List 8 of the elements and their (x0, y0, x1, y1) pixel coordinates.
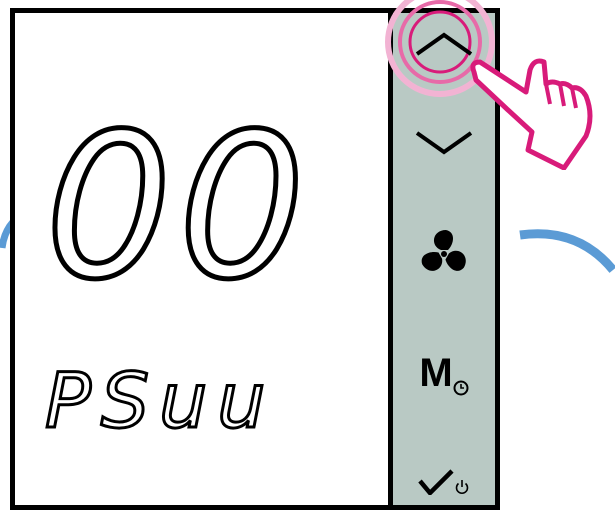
main-reading: 00 (45, 108, 312, 308)
chevron-down-icon (414, 130, 474, 156)
sub-reading: PSuu (45, 363, 276, 439)
clock-icon (452, 380, 469, 396)
mode-button[interactable]: M (415, 347, 473, 400)
power-icon (454, 479, 470, 495)
chevron-up-icon (414, 31, 474, 57)
checkmark-icon (418, 469, 454, 495)
